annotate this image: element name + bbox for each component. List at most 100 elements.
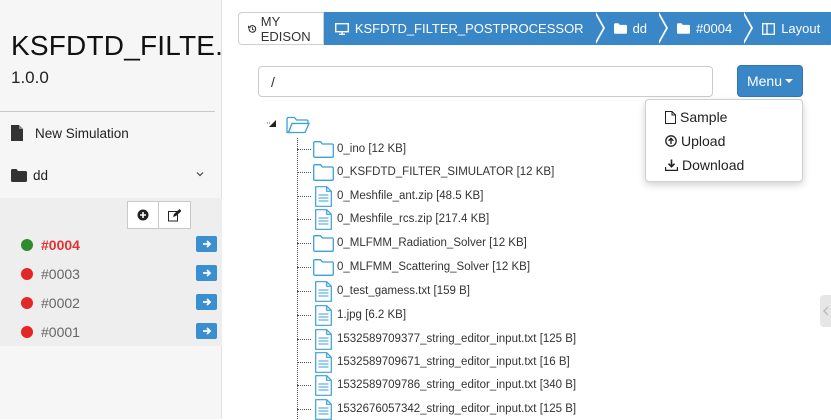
tree-item-name[interactable]: 0_MLFMM_Radiation_Solver [12 KB]	[337, 237, 527, 249]
open-job-button[interactable]	[196, 294, 217, 310]
sidebar: KSFDTD_FILTE.. 1.0.0 New Simulation dd #…	[0, 0, 222, 419]
job-item-0002[interactable]: #0002	[0, 288, 222, 317]
tree-connector	[297, 195, 311, 197]
tree-item-name[interactable]: 1532676057342_string_editor_input.txt [1…	[337, 403, 576, 415]
tree-item[interactable]: 0_MLFMM_Scattering_Solver [12 KB]	[297, 256, 530, 278]
file-icon	[312, 208, 334, 230]
tree-item[interactable]: 0_Meshfile_rcs.zip [217.4 KB]	[297, 208, 489, 230]
sidebar-folder-label: dd	[33, 167, 49, 183]
menu-item-upload[interactable]: Upload	[646, 129, 802, 153]
file-icon	[312, 351, 334, 373]
status-dot	[21, 267, 33, 280]
tree-item[interactable]: 1532589709671_string_editor_input.txt [1…	[297, 351, 570, 373]
monitor-icon	[334, 22, 349, 35]
job-item-0003[interactable]: #0003	[0, 259, 222, 288]
menu-item-sample[interactable]: Sample	[646, 105, 802, 129]
upload-icon	[665, 135, 677, 147]
file-icon	[312, 398, 334, 420]
tree-item-name[interactable]: 1532589709377_string_editor_input.txt [1…	[337, 333, 576, 345]
job-label: #0003	[41, 265, 80, 282]
tree-item-name[interactable]: 1532589709671_string_editor_input.txt [1…	[337, 356, 570, 368]
tree-item[interactable]: 0_MLFMM_Radiation_Solver [12 KB]	[297, 232, 527, 254]
arrow-right-icon	[202, 298, 211, 306]
tree-item[interactable]: 1532676057342_string_editor_input.txt [1…	[297, 398, 576, 420]
tree-item[interactable]: 0_test_gamess.txt [159 B]	[297, 280, 470, 302]
status-dot	[21, 296, 33, 309]
caret-down-icon	[785, 79, 794, 83]
tree-item[interactable]: 1.jpg [6.2 KB]	[297, 304, 406, 326]
tree-item-name[interactable]: 0_MLFMM_Scattering_Solver [12 KB]	[337, 261, 530, 273]
open-job-button[interactable]	[196, 265, 217, 281]
open-job-button[interactable]	[196, 236, 217, 252]
breadcrumb-app-label: KSFDTD_FILTER_POSTPROCESSOR	[354, 21, 584, 36]
job-item-0001[interactable]: #0001	[0, 317, 222, 346]
file-icon	[312, 304, 334, 326]
breadcrumb-home-label: MY EDISON	[260, 13, 311, 44]
tree-item[interactable]: 1532589709786_string_editor_input.txt [3…	[297, 374, 576, 396]
tree-item[interactable]: 0_ino [12 KB]	[297, 138, 406, 160]
menu-item-label: Download	[682, 157, 745, 173]
tree-item-name[interactable]: 1.jpg [6.2 KB]	[337, 309, 406, 321]
job-toolbar	[127, 201, 191, 229]
tree-item-name[interactable]: 0_Meshfile_ant.zip [48.5 KB]	[337, 190, 483, 202]
breadcrumb-layout-label: Layout	[781, 21, 821, 36]
tree-item-name[interactable]: 0_test_gamess.txt [159 B]	[337, 285, 470, 297]
breadcrumb-app[interactable]: KSFDTD_FILTER_POSTPROCESSOR	[323, 12, 605, 45]
job-label: #0002	[41, 294, 80, 311]
new-simulation-button[interactable]: New Simulation	[11, 122, 129, 144]
history-icon	[248, 24, 257, 33]
panel-toggle-handle[interactable]	[820, 295, 831, 327]
download-icon	[665, 159, 678, 171]
folder-icon	[677, 23, 691, 34]
file-icon	[665, 110, 676, 124]
tree-item-name[interactable]: 0_Meshfile_rcs.zip [217.4 KB]	[337, 213, 489, 225]
file-icon	[312, 374, 334, 396]
chevron-left-icon	[822, 306, 828, 316]
tree-connector	[297, 290, 311, 292]
folder-icon	[312, 257, 334, 277]
menu-button[interactable]: Menu	[737, 65, 803, 97]
tree-item-name[interactable]: 0_ino [12 KB]	[337, 143, 406, 155]
tree-item[interactable]: 0_Meshfile_ant.zip [48.5 KB]	[297, 185, 483, 207]
tree-connector	[297, 314, 311, 316]
folder-icon	[312, 139, 334, 159]
breadcrumb-folder-label: dd	[632, 21, 648, 36]
job-item-0004[interactable]: #0004	[0, 230, 222, 259]
status-dot	[21, 238, 33, 251]
chevron-down-icon[interactable]	[195, 169, 205, 179]
tree-item-name[interactable]: 1532589709786_string_editor_input.txt [3…	[337, 379, 576, 391]
jobs-panel: #0004 #0003 #0002 #0001	[0, 198, 222, 346]
open-job-button[interactable]	[196, 323, 217, 339]
layout-icon	[762, 22, 776, 35]
tree-connector	[297, 218, 311, 220]
menu-item-label: Sample	[680, 109, 728, 125]
breadcrumb: MY EDISON KSFDTD_FILTER_POSTPROCESSOR dd…	[238, 12, 831, 45]
file-icon	[312, 328, 334, 350]
tree-connector	[297, 408, 311, 410]
folder-icon	[11, 168, 27, 182]
tree-connector	[297, 171, 311, 173]
breadcrumb-home[interactable]: MY EDISON	[238, 12, 324, 45]
app-title: KSFDTD_FILTE..	[11, 30, 221, 61]
breadcrumb-layout[interactable]: Layout	[742, 12, 831, 45]
arrow-right-icon	[202, 327, 211, 335]
folder-icon	[613, 23, 627, 34]
tree-connector	[297, 266, 311, 268]
tree-item[interactable]: 0_KSFDTD_FILTER_SIMULATOR [12 KB]	[297, 161, 554, 183]
tree-item[interactable]: 1532589709377_string_editor_input.txt [1…	[297, 328, 576, 350]
new-simulation-label: New Simulation	[35, 125, 129, 141]
sidebar-folder-dd[interactable]: dd	[11, 164, 209, 186]
tree-connector	[297, 148, 311, 150]
tree-item-name[interactable]: 0_KSFDTD_FILTER_SIMULATOR [12 KB]	[337, 166, 554, 178]
breadcrumb-job[interactable]: #0004	[657, 12, 754, 45]
file-icon	[312, 185, 334, 207]
tree-connector	[297, 338, 311, 340]
status-dot	[21, 325, 33, 338]
edit-icon	[168, 208, 181, 221]
add-job-button[interactable]	[127, 201, 159, 229]
menu-item-download[interactable]: Download	[646, 153, 802, 177]
collapse-toggle-icon[interactable]	[267, 118, 277, 128]
folder-open-icon[interactable]	[286, 116, 310, 134]
edit-job-button[interactable]	[159, 201, 191, 229]
path-input[interactable]	[258, 66, 713, 97]
